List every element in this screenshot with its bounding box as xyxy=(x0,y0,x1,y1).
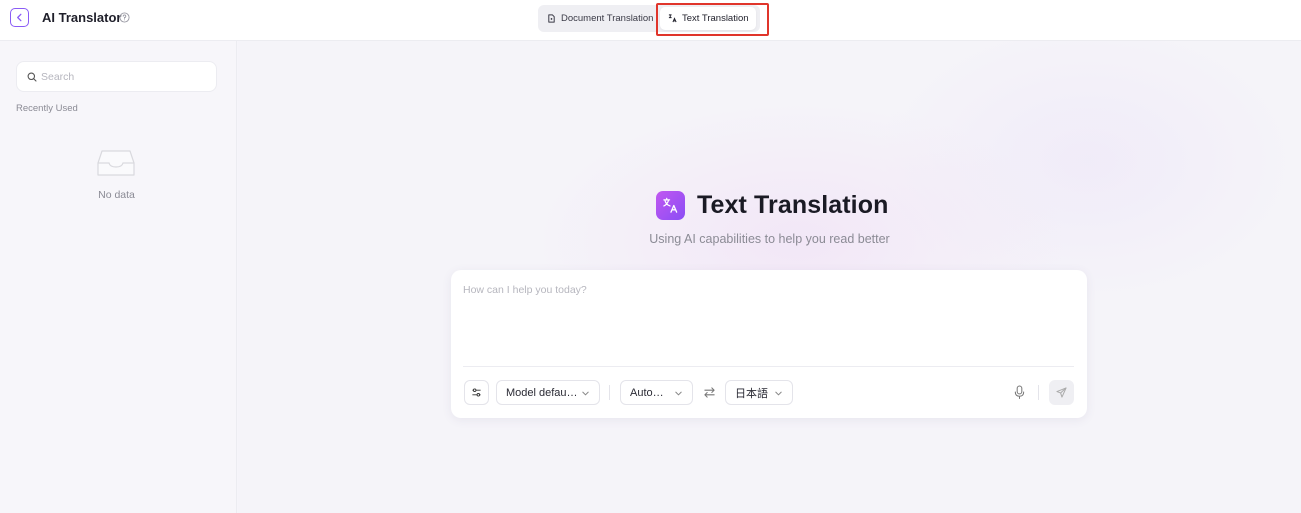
top-bar: AI Translator Document Translation Text … xyxy=(0,0,1301,41)
main-panel: Text Translation Using AI capabilities t… xyxy=(238,41,1301,513)
chevron-down-icon xyxy=(582,391,589,396)
swap-languages-icon[interactable] xyxy=(703,386,716,399)
translate-icon xyxy=(668,14,677,23)
empty-state-text: No data xyxy=(98,189,135,201)
page-subtitle: Using AI capabilities to help you read b… xyxy=(649,232,890,246)
sidebar: Recently Used No data xyxy=(0,41,237,513)
back-button[interactable] xyxy=(10,8,29,27)
help-icon[interactable] xyxy=(119,12,130,23)
mode-tabs: Document Translation Text Translation xyxy=(538,5,760,32)
target-language-value: 日本語 xyxy=(735,387,768,400)
toolbar-separator xyxy=(609,385,610,400)
chevron-down-icon xyxy=(775,391,782,396)
tab-text-translation-label: Text Translation xyxy=(682,13,749,24)
composer: Model defau… Auto… 日本語 xyxy=(451,270,1087,418)
send-icon xyxy=(1056,387,1067,398)
tab-document-translation[interactable]: Document Translation xyxy=(547,7,653,30)
sliders-icon xyxy=(472,388,481,397)
send-button[interactable] xyxy=(1049,380,1074,405)
model-select-value: Model defau… xyxy=(506,386,578,399)
source-language-value: Auto… xyxy=(630,386,664,399)
settings-button[interactable] xyxy=(464,380,489,405)
chevron-left-icon xyxy=(17,13,22,22)
tab-document-translation-label: Document Translation xyxy=(561,13,654,24)
search-input[interactable] xyxy=(41,70,201,83)
tab-text-translation[interactable]: Text Translation xyxy=(660,7,756,30)
target-language-select[interactable]: 日本語 xyxy=(725,380,793,405)
translation-input[interactable] xyxy=(463,284,1073,354)
model-select[interactable]: Model defau… xyxy=(496,380,600,405)
chevron-down-icon xyxy=(675,391,682,396)
source-language-select[interactable]: Auto… xyxy=(620,380,693,405)
translate-logo-icon xyxy=(656,191,685,220)
app-title: AI Translator xyxy=(42,10,122,25)
hero-header: Text Translation xyxy=(656,191,888,220)
empty-inbox-icon xyxy=(97,150,135,176)
search-box xyxy=(16,61,217,92)
page-title: Text Translation xyxy=(697,191,889,219)
recently-used-label: Recently Used xyxy=(16,103,78,114)
search-icon xyxy=(27,72,37,82)
microphone-icon[interactable] xyxy=(1013,385,1026,400)
toolbar-separator xyxy=(1038,385,1039,400)
document-icon xyxy=(548,14,555,23)
composer-divider xyxy=(463,366,1074,367)
